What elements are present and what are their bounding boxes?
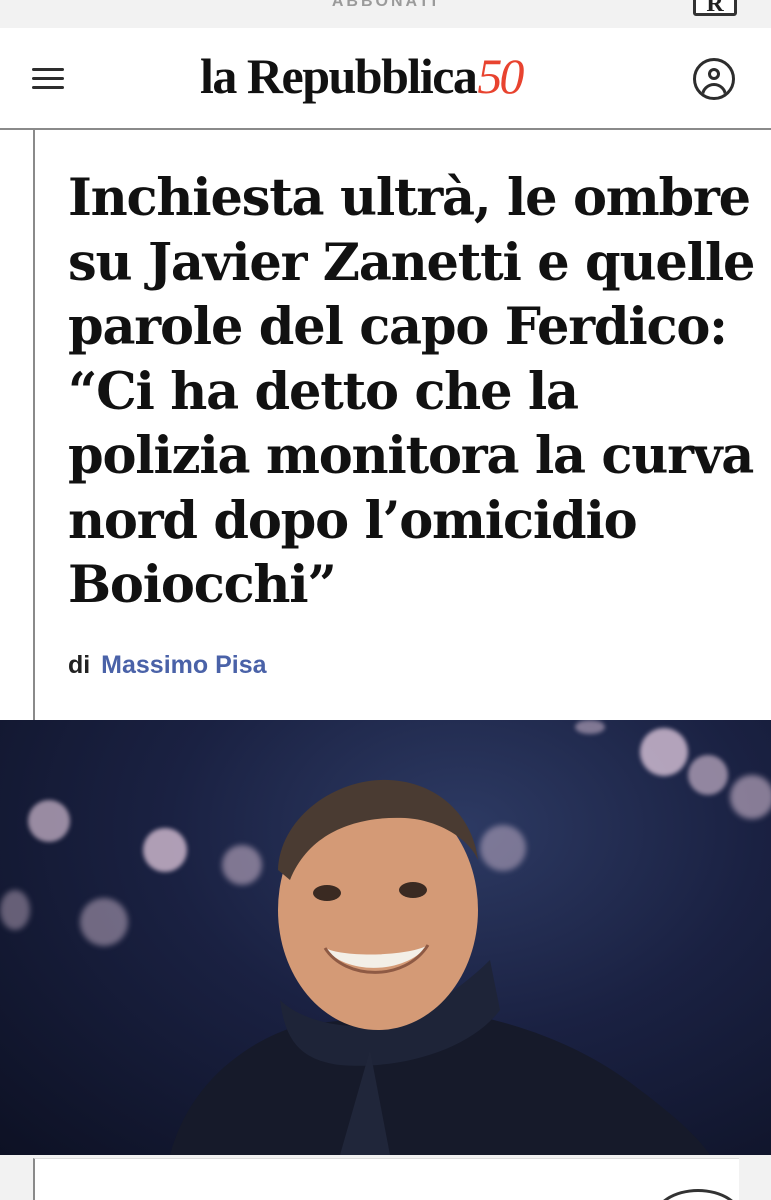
top-strip: ABBONATI R <box>0 0 771 28</box>
portrait-silhouette <box>170 779 710 1155</box>
next-card <box>33 1158 743 1200</box>
brand-anniversary: 50 <box>477 48 524 104</box>
card-icon-partial <box>653 1189 743 1200</box>
article-header: Inchiesta ultrà, le ombre su Javier Zane… <box>33 130 771 720</box>
repubblica-r-logo[interactable]: R <box>693 0 737 17</box>
hamburger-menu-icon[interactable] <box>32 66 66 90</box>
article-headline: Inchiesta ultrà, le ombre su Javier Zane… <box>68 168 755 615</box>
byline-prefix: di <box>68 651 91 679</box>
site-logo[interactable]: la Repubblica 50 <box>200 46 580 106</box>
subscribe-label[interactable]: ABBONATI <box>0 0 771 11</box>
author-link[interactable]: Massimo Pisa <box>101 651 266 679</box>
user-account-icon[interactable] <box>693 58 735 100</box>
site-header: la Repubblica 50 <box>0 28 771 130</box>
article-photo[interactable] <box>0 720 771 1155</box>
byline: di Massimo Pisa <box>68 649 267 681</box>
brand-name: la Repubblica <box>200 48 478 104</box>
next-card-peek <box>0 1155 771 1200</box>
